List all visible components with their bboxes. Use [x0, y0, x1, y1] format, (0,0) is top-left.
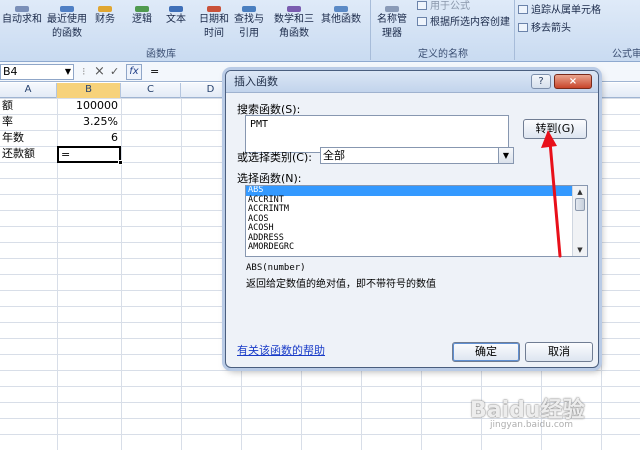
list-scrollbar[interactable]: ▲ ▼: [572, 186, 587, 256]
name-manager-icon: [385, 6, 399, 12]
cell-a2[interactable]: 率: [2, 114, 13, 130]
list-item[interactable]: ABS: [246, 186, 572, 196]
function-help-link[interactable]: 有关该函数的帮助: [237, 342, 325, 358]
column-header-a[interactable]: A: [0, 83, 57, 98]
list-item[interactable]: ACOSH: [246, 223, 572, 234]
financial-button[interactable]: 财务: [95, 6, 115, 27]
cell-a4[interactable]: 还款额: [2, 146, 35, 162]
cancel-button[interactable]: 取消: [525, 342, 593, 362]
list-item[interactable]: ACCRINT: [246, 195, 572, 206]
function-signature: ABS(number): [246, 263, 306, 273]
logical-icon: [135, 6, 149, 12]
insert-function-button[interactable]: fx: [126, 64, 142, 80]
arrow-head: [541, 130, 557, 148]
category-label: 或选择类别(C):: [237, 151, 312, 164]
group-function-library: 函数库: [146, 49, 176, 60]
trace-dependents-icon: [518, 5, 528, 14]
scroll-thumb[interactable]: [575, 198, 585, 211]
name-box[interactable]: B4 ▼: [0, 64, 74, 80]
autosum-icon: [15, 6, 29, 12]
help-button[interactable]: ?: [531, 74, 551, 89]
list-item[interactable]: AMORDEGRC: [246, 242, 572, 253]
watermark: Baidu经验 jingyan.baidu.com: [470, 392, 630, 442]
ribbon: 自动求和 最近使用的函数 财务 逻辑 文本 日期和时间 查找与引用 数学和三角函…: [0, 0, 640, 62]
list-item[interactable]: ACOS: [246, 214, 572, 225]
function-description: 返回给定数值的绝对值，即不带符号的数值: [246, 279, 436, 290]
recent-functions-button[interactable]: 最近使用的函数: [46, 6, 88, 41]
text-button[interactable]: 文本: [166, 6, 186, 27]
create-from-selection-button[interactable]: 根据所选内容创建: [417, 16, 510, 29]
arrow-shaft: [548, 140, 562, 258]
math-trig-button[interactable]: 数学和三角函数: [272, 6, 316, 41]
enter-icon[interactable]: ✓: [110, 65, 119, 79]
list-item[interactable]: ADDRESS: [246, 233, 572, 244]
watermark-url: jingyan.baidu.com: [490, 420, 574, 430]
lookup-reference-button[interactable]: 查找与引用: [234, 6, 264, 41]
remove-arrows-button[interactable]: 移去箭头: [518, 22, 571, 35]
grid-line: [181, 98, 182, 450]
create-from-selection-icon: [417, 17, 427, 26]
chevron-down-icon[interactable]: ▼: [65, 65, 71, 79]
date-time-icon: [207, 6, 221, 12]
use-in-formula-button[interactable]: 用于公式: [417, 0, 470, 13]
ribbon-separator: [370, 0, 371, 60]
remove-arrows-icon: [518, 23, 528, 32]
trace-dependents-button[interactable]: 追踪从属单元格: [518, 4, 601, 17]
chevron-down-icon[interactable]: ▼: [498, 148, 513, 163]
cell-b2[interactable]: 3.25%: [60, 114, 118, 130]
select-function-label: 选择函数(N):: [237, 172, 302, 185]
lookup-reference-icon: [242, 6, 256, 12]
formula-input[interactable]: =: [150, 65, 159, 79]
grid-line: [121, 98, 122, 450]
dialog-title: 插入函数: [234, 75, 278, 88]
scroll-up-icon[interactable]: ▲: [574, 187, 586, 197]
use-in-formula-icon: [417, 1, 427, 10]
function-list[interactable]: ABS ACCRINT ACCRINTM ACOS ACOSH ADDRESS …: [245, 185, 588, 257]
category-select[interactable]: 全部 ▼: [320, 147, 514, 164]
cancel-icon[interactable]: ×: [94, 65, 105, 79]
grip-icon: ⁝: [82, 65, 86, 78]
ribbon-separator: [514, 0, 515, 60]
close-button[interactable]: ×: [554, 74, 592, 89]
group-formula-auditing: 公式审: [612, 49, 640, 60]
red-arrow-annotation: [541, 130, 562, 258]
date-time-button[interactable]: 日期和时间: [199, 6, 229, 41]
column-header-c[interactable]: C: [121, 83, 181, 98]
text-icon: [169, 6, 183, 12]
group-defined-names: 定义的名称: [418, 49, 468, 60]
financial-icon: [98, 6, 112, 12]
fill-handle[interactable]: [118, 160, 123, 165]
ok-button[interactable]: 确定: [452, 342, 520, 362]
more-functions-icon: [334, 6, 348, 12]
cell-b1[interactable]: 100000: [60, 98, 118, 114]
cell-b3[interactable]: 6: [60, 130, 118, 146]
name-manager-button[interactable]: 名称管理器: [374, 6, 410, 41]
column-header-b[interactable]: B: [57, 83, 121, 98]
recent-functions-icon: [60, 6, 74, 12]
autosum-button[interactable]: 自动求和: [2, 6, 42, 27]
list-item[interactable]: ACCRINTM: [246, 204, 572, 215]
scroll-down-icon[interactable]: ▼: [574, 245, 586, 255]
logical-button[interactable]: 逻辑: [132, 6, 152, 27]
more-functions-button[interactable]: 其他函数: [321, 6, 361, 27]
math-trig-icon: [287, 6, 301, 12]
active-cell-b4[interactable]: =: [57, 146, 123, 165]
cell-a3[interactable]: 年数: [2, 130, 24, 146]
cell-a1[interactable]: 额: [2, 98, 13, 114]
